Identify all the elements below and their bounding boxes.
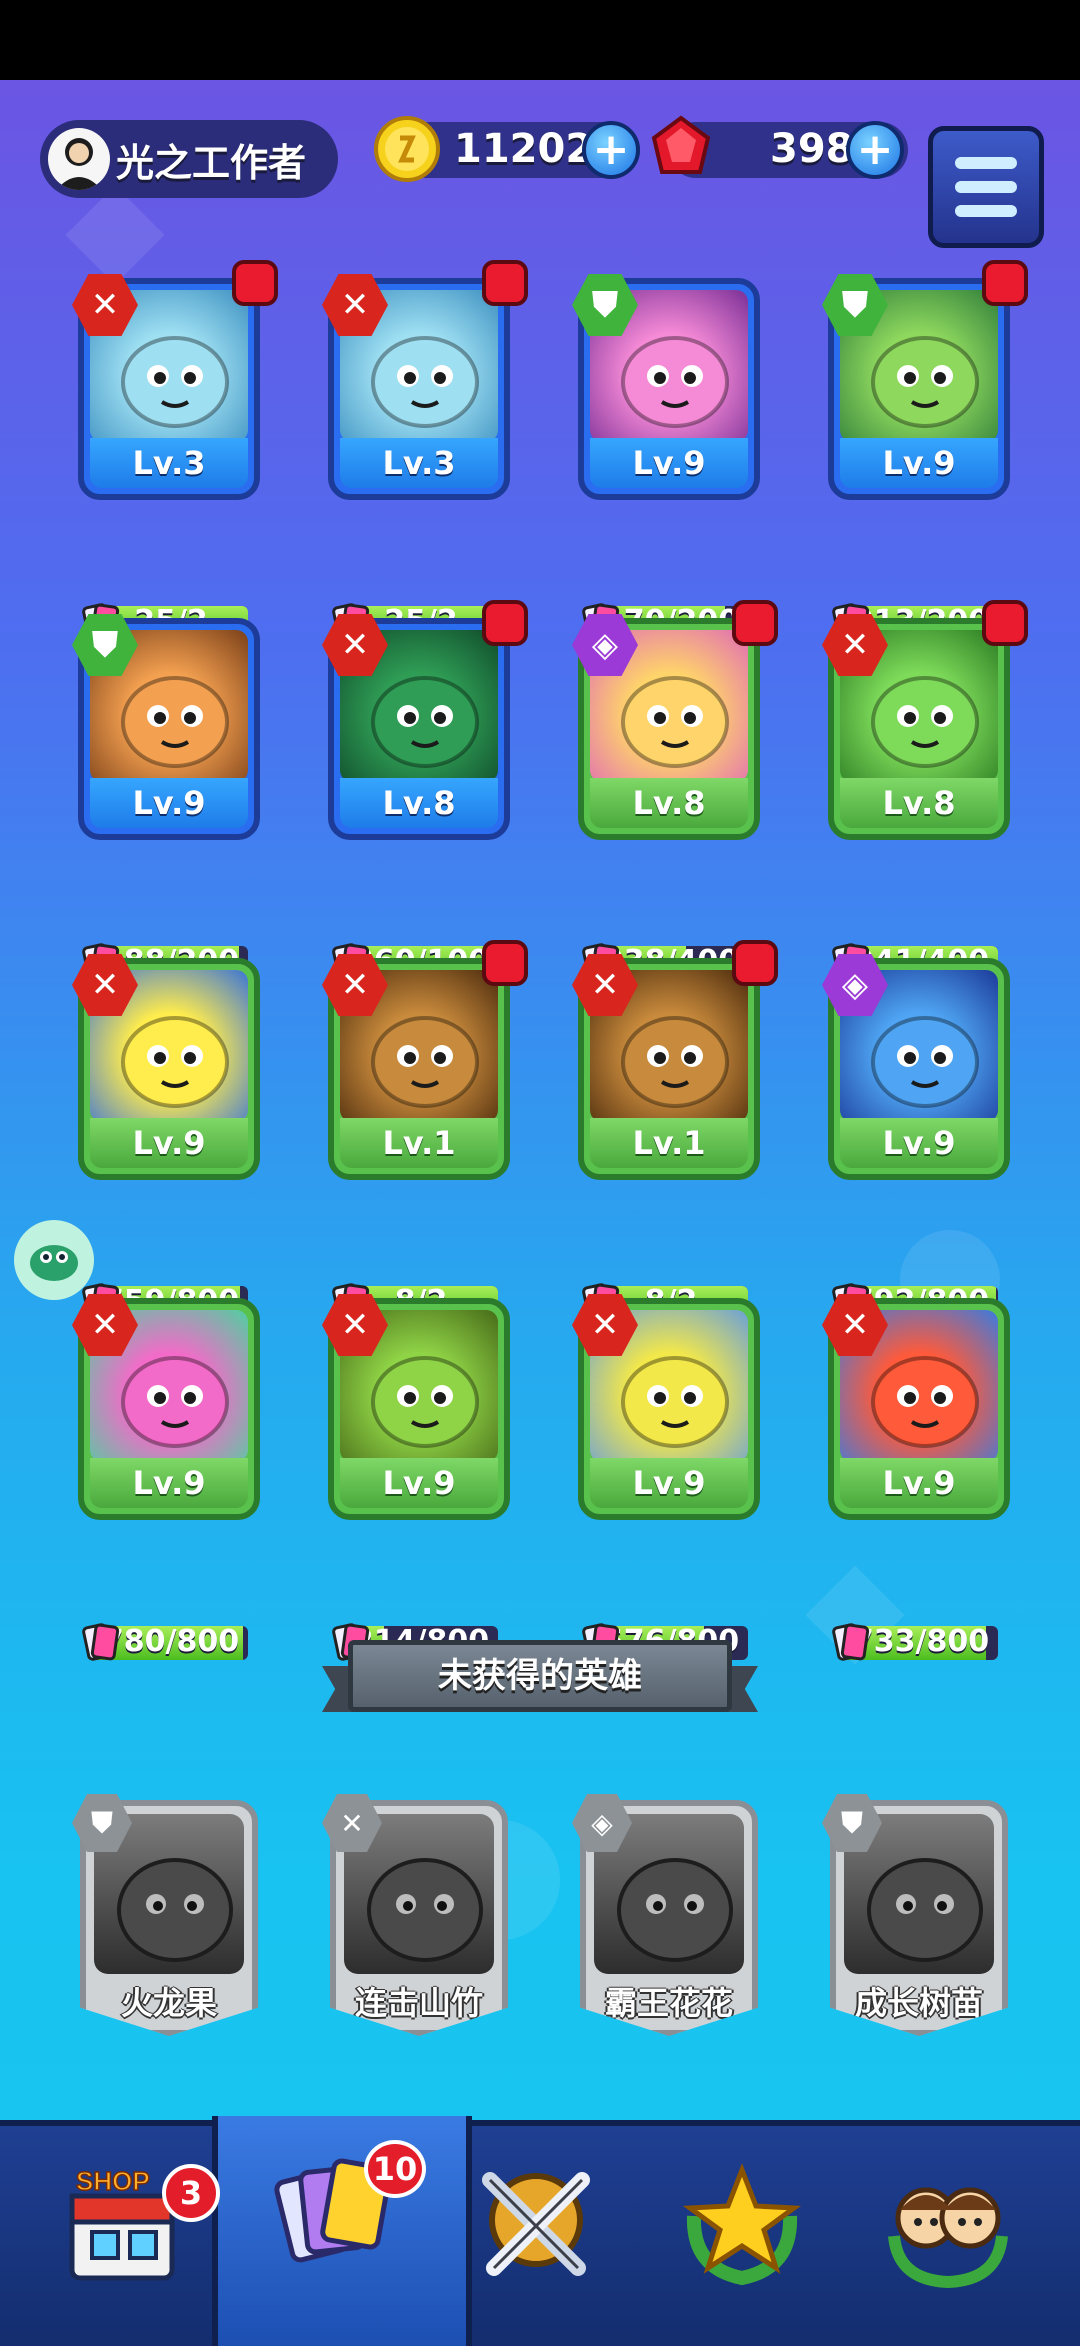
locked-hero-name: 火龙果	[120, 1984, 217, 2022]
crossed-swords-icon	[482, 2172, 590, 2276]
hero-card[interactable]: Lv.8 ✕	[322, 600, 528, 840]
hero-level: Lv.1	[340, 1118, 498, 1168]
hero-level: Lv.9	[590, 438, 748, 488]
hero-card[interactable]: Lv.9 ⛊	[572, 274, 760, 500]
add-coins-button[interactable]: +	[582, 121, 640, 179]
nav-shop[interactable]: SHOP 3	[58, 2156, 220, 2296]
new-notification-dot	[732, 600, 778, 646]
new-notification-dot	[482, 940, 528, 986]
star-wreath-icon	[682, 2163, 802, 2286]
hero-level: Lv.8	[840, 778, 998, 828]
add-gems-button[interactable]: +	[846, 121, 904, 179]
menu-line-icon	[955, 157, 1017, 169]
coin-amount: 11202	[454, 126, 594, 172]
bottom-navigation: SHOP 3 10	[0, 2116, 1080, 2346]
locked-hero-name: 霸王花花	[604, 1984, 733, 2022]
turtle-mascot-icon	[30, 1245, 78, 1281]
avatar	[48, 128, 110, 190]
locked-section-title: 未获得的英雄	[348, 1640, 732, 1712]
gem-counter: 398 +	[651, 115, 908, 179]
nav-achievements[interactable]	[672, 2156, 822, 2296]
menu-line-icon	[955, 205, 1017, 217]
nav-cards[interactable]: 10	[268, 2136, 426, 2276]
hero-collection-screen: 光之工作者 11202 + 398 + Lv.3✕25/2Lv.3✕25/2Lv…	[0, 80, 1080, 2340]
hero-level: Lv.8	[590, 778, 748, 828]
hero-shard-progress: 780/800	[82, 1622, 248, 1661]
locked-hero-card[interactable]: 连击山竹 ✕	[322, 1794, 508, 2036]
new-notification-dot	[732, 940, 778, 986]
hero-card[interactable]: Lv.9 ✕	[822, 1294, 1010, 1520]
menu-button[interactable]	[928, 126, 1044, 248]
nav-social[interactable]	[878, 2156, 1028, 2296]
coin-counter: 11202 +	[374, 116, 640, 182]
hero-level: Lv.1	[590, 1118, 748, 1168]
card-shard-icon	[82, 1623, 120, 1661]
cards-notification-badge: 10	[364, 2140, 426, 2198]
hero-card[interactable]: Lv.8 ◈	[572, 600, 778, 840]
new-notification-dot	[982, 600, 1028, 646]
card-shard-icon	[832, 1623, 870, 1661]
nav-battle[interactable]	[466, 2156, 616, 2296]
new-notification-dot	[232, 260, 278, 306]
locked-hero-card[interactable]: 霸王花花 ◈	[572, 1794, 758, 2036]
ruby-gem-icon	[651, 115, 711, 174]
hero-level: Lv.9	[90, 1118, 248, 1168]
new-notification-dot	[982, 260, 1028, 306]
hero-card[interactable]: Lv.9 ◈	[822, 954, 1010, 1180]
hero-card[interactable]: Lv.9 ✕	[322, 1294, 510, 1520]
hero-level: Lv.9	[590, 1458, 748, 1508]
hero-card[interactable]: Lv.9 ⛊	[822, 260, 1028, 500]
hero-level: Lv.8	[340, 778, 498, 828]
hero-level: Lv.9	[840, 1458, 998, 1508]
locked-hero-card[interactable]: 火龙果 ⛊	[72, 1794, 258, 2036]
hero-shard-progress: 733/800	[832, 1622, 998, 1661]
hero-level: Lv.9	[840, 438, 998, 488]
friends-icon	[888, 2187, 1008, 2289]
avatar-silhouette-icon	[56, 138, 102, 190]
locked-hero-name: 连击山竹	[354, 1984, 483, 2022]
menu-line-icon	[955, 181, 1017, 193]
new-notification-dot	[482, 260, 528, 306]
player-profile[interactable]: 光之工作者	[40, 120, 338, 198]
new-notification-dot	[482, 600, 528, 646]
hero-card[interactable]: Lv.3 ✕	[322, 260, 528, 500]
hero-card[interactable]: Lv.8 ✕	[822, 600, 1028, 840]
locked-hero-card[interactable]: 成长树苗 ⛊	[822, 1794, 1008, 2036]
shop-text: SHOP	[76, 2166, 150, 2196]
hero-card[interactable]: Lv.9 ⛊	[72, 614, 260, 840]
hero-level: Lv.9	[90, 1458, 248, 1508]
coin-icon	[374, 116, 440, 182]
assistant-bubble[interactable]	[14, 1220, 94, 1300]
hero-level: Lv.9	[90, 778, 248, 828]
shop-notification-badge: 3	[162, 2164, 220, 2222]
hero-level: Lv.9	[840, 1118, 998, 1168]
hero-level: Lv.3	[340, 438, 498, 488]
hero-card[interactable]: Lv.9 ✕	[72, 1294, 260, 1520]
hero-card[interactable]: Lv.9 ✕	[572, 1294, 760, 1520]
hero-card[interactable]: Lv.1 ✕	[572, 940, 778, 1180]
hero-card[interactable]: Lv.9 ✕	[72, 954, 260, 1180]
hero-level: Lv.9	[340, 1458, 498, 1508]
locked-hero-name: 成长树苗	[854, 1984, 983, 2022]
gem-amount: 398	[770, 126, 854, 172]
locked-section-banner: 未获得的英雄	[322, 1640, 758, 1716]
player-name: 光之工作者	[116, 140, 307, 185]
hero-level: Lv.3	[90, 438, 248, 488]
hero-card[interactable]: Lv.1 ✕	[322, 940, 528, 1180]
hero-card[interactable]: Lv.3 ✕	[72, 260, 278, 500]
